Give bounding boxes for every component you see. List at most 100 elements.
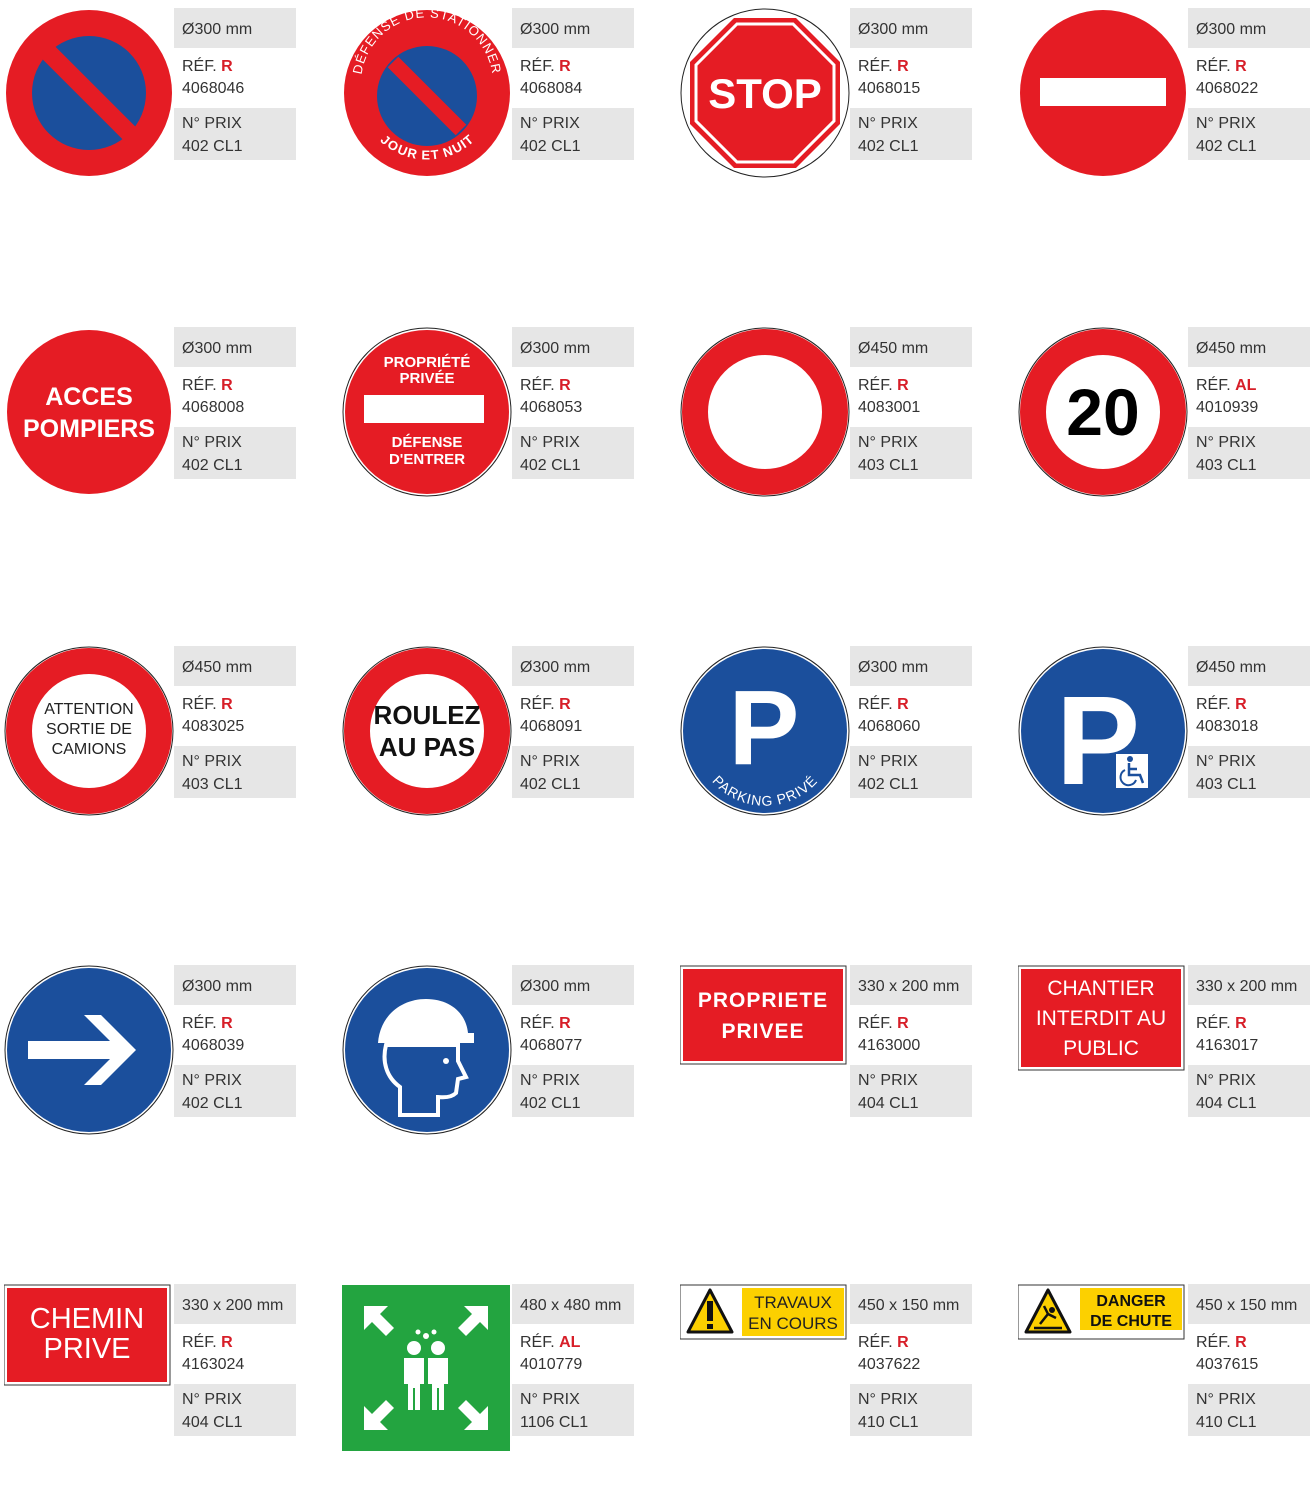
sign-no-entry <box>1020 10 1186 176</box>
prix-value: 402 CL1 <box>858 138 919 155</box>
ref-number: 4068008 <box>182 399 245 416</box>
ref-label: RÉF. <box>1196 58 1231 75</box>
ref-code: R <box>221 696 233 713</box>
prix-label: N° PRIX <box>520 115 580 132</box>
ref-number: 4068022 <box>1196 80 1259 97</box>
sign-speed: 20 <box>1018 327 1188 497</box>
sign-line1: PROPRIÉTÉ <box>384 354 471 371</box>
ref-code: R <box>559 1015 571 1032</box>
price-block: N° PRIX 410 CL1 <box>850 1384 972 1436</box>
sign-line2: POMPIERS <box>23 415 155 443</box>
product-info: Ø300 mm RÉF. R 4068084 N° PRIX 402 CL1 <box>512 8 634 160</box>
sign-line2: PRIVE <box>43 1333 130 1365</box>
prix-label: N° PRIX <box>182 1072 242 1089</box>
sign-no-parking-text: DÉFENSE DE STATIONNER JOUR ET NUIT <box>344 8 510 176</box>
ref-label: RÉF. <box>858 58 893 75</box>
prix-label: N° PRIX <box>1196 1391 1256 1408</box>
price-block: N° PRIX 402 CL1 <box>850 746 972 798</box>
catalog-item: Ø300 mm RÉF. R 4068039 N° PRIX 402 CL1 <box>4 965 322 1185</box>
prix-value: 403 CL1 <box>182 776 243 793</box>
price-block: N° PRIX 403 CL1 <box>1188 746 1310 798</box>
sign-line1: CHANTIER <box>1047 977 1154 1000</box>
ref-code: R <box>221 1334 233 1351</box>
reference-block: RÉF. R 4068008 <box>174 367 296 427</box>
reference-block: RÉF. R 4068053 <box>512 367 634 427</box>
sign-line1: ROULEZ <box>374 700 481 730</box>
catalog-item: 480 x 480 mm RÉF. AL 4010779 N° PRIX 110… <box>342 1284 660 1504</box>
prix-value: 402 CL1 <box>182 138 243 155</box>
reference-block: RÉF. R 4163017 <box>1188 1005 1310 1065</box>
catalog-item: CHANTIER INTERDIT AU PUBLIC 330 x 200 mm… <box>1018 965 1312 1185</box>
prix-label: N° PRIX <box>182 753 242 770</box>
ref-number: 4068084 <box>520 80 583 97</box>
sign-text: 20 <box>1066 375 1139 449</box>
sign-text: STOP <box>708 70 822 117</box>
ref-label: RÉF. <box>1196 1334 1231 1351</box>
prix-label: N° PRIX <box>1196 434 1256 451</box>
price-block: N° PRIX 404 CL1 <box>1188 1065 1310 1117</box>
prix-label: N° PRIX <box>858 434 918 451</box>
ref-code: R <box>897 1334 909 1351</box>
size-label: Ø300 mm <box>850 646 972 686</box>
sign-line2: EN COURS <box>748 1314 838 1333</box>
ref-code: R <box>1235 58 1247 75</box>
ref-code: R <box>897 1015 909 1032</box>
ref-code: R <box>559 696 571 713</box>
ref-number: 4068091 <box>520 718 583 735</box>
product-info: Ø450 mm RÉF. R 4083018 N° PRIX 403 CL1 <box>1188 646 1310 798</box>
size-label: 330 x 200 mm <box>174 1284 296 1324</box>
sign-letter: P <box>729 669 800 787</box>
product-info: Ø450 mm RÉF. R 4083001 N° PRIX 403 CL1 <box>850 327 972 479</box>
prix-label: N° PRIX <box>1196 1072 1256 1089</box>
ref-code: R <box>221 377 233 394</box>
product-info: Ø300 mm RÉF. R 4068008 N° PRIX 402 CL1 <box>174 327 296 479</box>
catalog-item: ROULEZ AU PAS Ø300 mm RÉF. R 4068091 N° … <box>342 646 660 866</box>
price-block: N° PRIX 403 CL1 <box>174 746 296 798</box>
ref-code: R <box>559 377 571 394</box>
sign-rect-light-big: CHEMIN PRIVE <box>4 1284 171 1386</box>
prix-value: 402 CL1 <box>858 776 919 793</box>
size-label: Ø300 mm <box>174 327 296 367</box>
price-block: N° PRIX 402 CL1 <box>174 108 296 160</box>
ref-label: RÉF. <box>520 1015 555 1032</box>
price-block: N° PRIX 402 CL1 <box>174 1065 296 1117</box>
price-block: N° PRIX 1106 CL1 <box>512 1384 634 1436</box>
sign-line1: CHEMIN <box>30 1303 144 1335</box>
ref-label: RÉF. <box>520 377 555 394</box>
product-info: Ø300 mm RÉF. R 4068091 N° PRIX 402 CL1 <box>512 646 634 798</box>
ref-number: 4068053 <box>520 399 583 416</box>
sign-line2: SORTIE DE <box>46 721 132 738</box>
price-block: N° PRIX 402 CL1 <box>512 1065 634 1117</box>
sign-helmet <box>342 965 512 1135</box>
product-info: Ø450 mm RÉF. R 4083025 N° PRIX 403 CL1 <box>174 646 296 798</box>
prix-label: N° PRIX <box>520 1391 580 1408</box>
prix-value: 402 CL1 <box>520 776 581 793</box>
reference-block: RÉF. R 4068046 <box>174 48 296 108</box>
prix-label: N° PRIX <box>858 1391 918 1408</box>
price-block: N° PRIX 403 CL1 <box>1188 427 1310 479</box>
prix-value: 410 CL1 <box>1196 1414 1257 1431</box>
size-label: Ø300 mm <box>512 646 634 686</box>
prix-value: 402 CL1 <box>520 138 581 155</box>
size-label: Ø300 mm <box>174 965 296 1005</box>
sign-line2: AU PAS <box>379 732 475 762</box>
ref-label: RÉF. <box>1196 377 1231 394</box>
catalog-item: Ø300 mm RÉF. R 4068022 N° PRIX 402 CL1 <box>1018 8 1312 228</box>
sign-propriete-privee: PROPRIÉTÉ PRIVÉE DÉFENSE D'ENTRER <box>342 327 512 497</box>
reference-block: RÉF. R 4068060 <box>850 686 972 746</box>
sign-rect-light: CHANTIER INTERDIT AU PUBLIC <box>1018 965 1185 1071</box>
catalog-item: DANGER DE CHUTE 450 x 150 mm RÉF. R 4037… <box>1018 1284 1312 1504</box>
prix-label: N° PRIX <box>182 1391 242 1408</box>
reference-block: RÉF. AL 4010939 <box>1188 367 1310 427</box>
size-label: Ø300 mm <box>512 327 634 367</box>
ref-number: 4037615 <box>1196 1356 1259 1373</box>
sign-ring-bold: ROULEZ AU PAS <box>342 646 512 816</box>
catalog-item: PROPRIÉTÉ PRIVÉE DÉFENSE D'ENTRER Ø300 m… <box>342 327 660 547</box>
ref-label: RÉF. <box>182 1015 217 1032</box>
product-info: Ø300 mm RÉF. R 4068060 N° PRIX 402 CL1 <box>850 646 972 798</box>
sign-warning-chute: DANGER DE CHUTE <box>1018 1284 1185 1340</box>
ref-code: R <box>1235 1334 1247 1351</box>
ref-number: 4083018 <box>1196 718 1259 735</box>
product-info: Ø450 mm RÉF. AL 4010939 N° PRIX 403 CL1 <box>1188 327 1310 479</box>
price-block: N° PRIX 402 CL1 <box>512 427 634 479</box>
